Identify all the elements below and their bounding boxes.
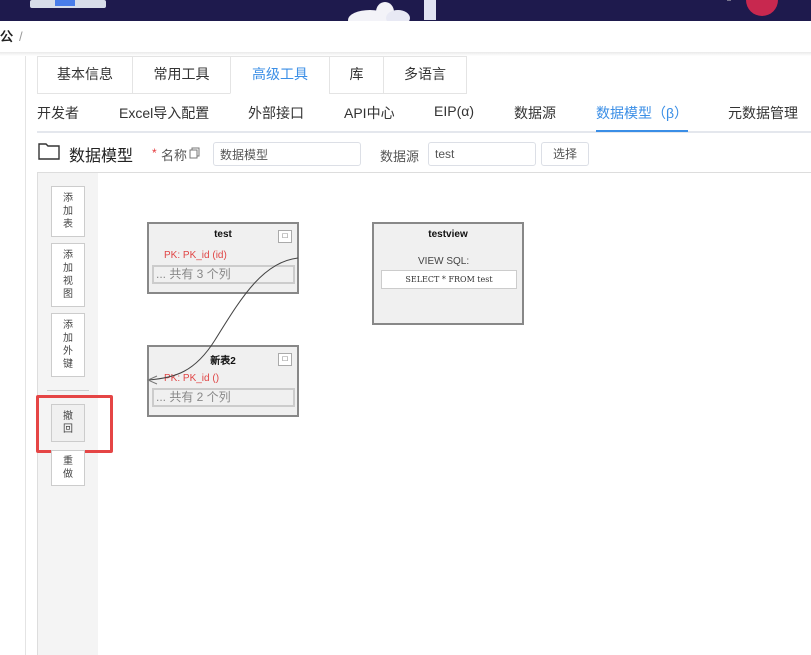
char: 添: [63, 320, 73, 331]
char: 键: [63, 359, 73, 370]
tabs-underline: [37, 131, 811, 133]
table-node-new[interactable]: 新表2 □ PK: PK_id () ... 共有 2 个列: [147, 345, 299, 417]
toolbar-divider: [47, 390, 89, 391]
char: 添: [63, 193, 73, 204]
char: 表: [63, 219, 73, 230]
char: 图: [63, 289, 73, 300]
highlight-box: [36, 395, 113, 453]
tab-api-center[interactable]: API中心: [344, 103, 395, 123]
add-table-button[interactable]: 添 加 表: [51, 186, 85, 237]
tab-common-tools[interactable]: 常用工具: [132, 56, 231, 94]
tab-metadata[interactable]: 元数据管理: [728, 103, 798, 123]
page-title: 数据模型: [69, 148, 134, 165]
tab-developer[interactable]: 开发者: [37, 103, 79, 123]
view-title: testview: [428, 229, 468, 240]
view-sql-label: VIEW SQL:: [418, 256, 470, 267]
redo-button[interactable]: 重 做: [51, 450, 85, 486]
breadcrumb-current[interactable]: 公: [0, 29, 13, 44]
table-node-test[interactable]: test □ PK: PK_id (id) ... 共有 3 个列: [147, 222, 299, 294]
folder-icon: [38, 142, 60, 165]
required-mark: *: [152, 146, 157, 160]
table-title: test: [214, 229, 232, 240]
table-toggle-button[interactable]: □: [278, 353, 292, 366]
char: 做: [63, 469, 73, 480]
banner-decoration: [0, 0, 811, 21]
add-view-button[interactable]: 添 加 视 图: [51, 243, 85, 307]
tab-advanced-tools[interactable]: 高级工具: [230, 56, 330, 94]
datasource-label: 数据源: [380, 149, 420, 164]
breadcrumb-separator: /: [19, 29, 23, 44]
tab-external-api[interactable]: 外部接口: [248, 103, 304, 123]
primary-key-label: PK: PK_id (): [164, 373, 220, 384]
datasource-input[interactable]: [428, 142, 536, 166]
columns-summary[interactable]: ... 共有 3 个列: [152, 265, 295, 284]
char: 加: [63, 206, 73, 217]
active-tab-indicator: [596, 130, 688, 132]
char: 重: [63, 456, 73, 467]
name-label: 名称: [161, 148, 188, 163]
breadcrumb: 公 /: [0, 26, 23, 48]
tab-datasource[interactable]: 数据源: [514, 103, 556, 123]
tab-basic-info[interactable]: 基本信息: [37, 56, 133, 94]
char: 加: [63, 263, 73, 274]
tab-library[interactable]: 库: [329, 56, 384, 94]
left-divider: [25, 56, 26, 655]
select-button[interactable]: 选择: [541, 142, 589, 166]
tab-excel-import[interactable]: Excel导入配置: [119, 103, 209, 123]
char: 加: [63, 333, 73, 344]
char: 添: [63, 250, 73, 261]
tab-multilanguage[interactable]: 多语言: [383, 56, 467, 94]
columns-summary[interactable]: ... 共有 2 个列: [152, 388, 295, 407]
table-title: 新表2: [210, 356, 236, 367]
top-banner: [0, 0, 811, 21]
view-node-testview[interactable]: testview VIEW SQL: SELECT * FROM test: [372, 222, 524, 325]
tab-data-model[interactable]: 数据模型（β）: [596, 103, 688, 123]
copy-icon[interactable]: [189, 146, 201, 164]
add-foreign-key-button[interactable]: 添 加 外 键: [51, 313, 85, 377]
char: 视: [63, 276, 73, 287]
char: 外: [63, 346, 73, 357]
tab-eip[interactable]: EIP(α): [434, 103, 474, 123]
name-input[interactable]: [213, 142, 361, 166]
primary-key-label: PK: PK_id (id): [164, 250, 227, 261]
table-toggle-button[interactable]: □: [278, 230, 292, 243]
view-sql-text: SELECT * FROM test: [381, 270, 517, 289]
